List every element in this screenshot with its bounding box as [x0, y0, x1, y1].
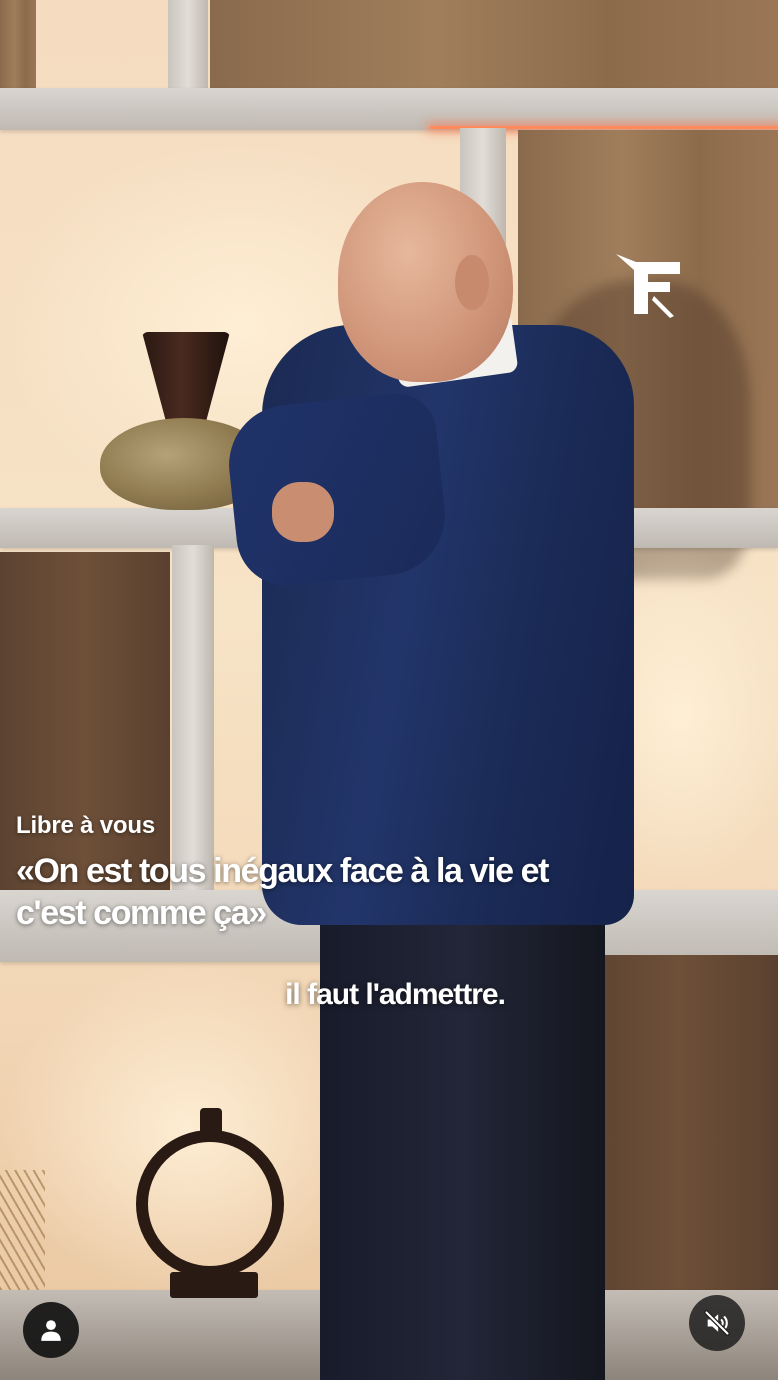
headline: «On est tous inégaux face à la vie et c'… [16, 852, 549, 932]
top-wood-panel [210, 0, 778, 90]
profile-button[interactable] [23, 1302, 79, 1358]
dried-grass [0, 1170, 45, 1290]
video-subtitle: il faut l'admettre. [285, 978, 506, 1011]
upper-shelf [0, 88, 778, 130]
user-icon [41, 1320, 61, 1341]
muted-speaker-icon [704, 1310, 730, 1336]
top-post [168, 0, 208, 95]
person-folded-arms [223, 389, 451, 591]
reel-video[interactable]: Libre à vous «On est tous inégaux face à… [0, 0, 778, 1380]
caption-block: Libre à vous «On est tous inégaux face à… [16, 812, 556, 934]
figaro-logo-icon [616, 254, 680, 318]
person-trousers [320, 900, 605, 1380]
ring-vase [136, 1130, 284, 1278]
person-ear [455, 255, 489, 310]
person-hand [272, 482, 334, 542]
ring-vase-base [170, 1272, 258, 1298]
show-label: Libre à vous [16, 812, 155, 839]
top-left-wood-panel [0, 0, 36, 90]
mute-toggle-button[interactable] [689, 1295, 745, 1351]
